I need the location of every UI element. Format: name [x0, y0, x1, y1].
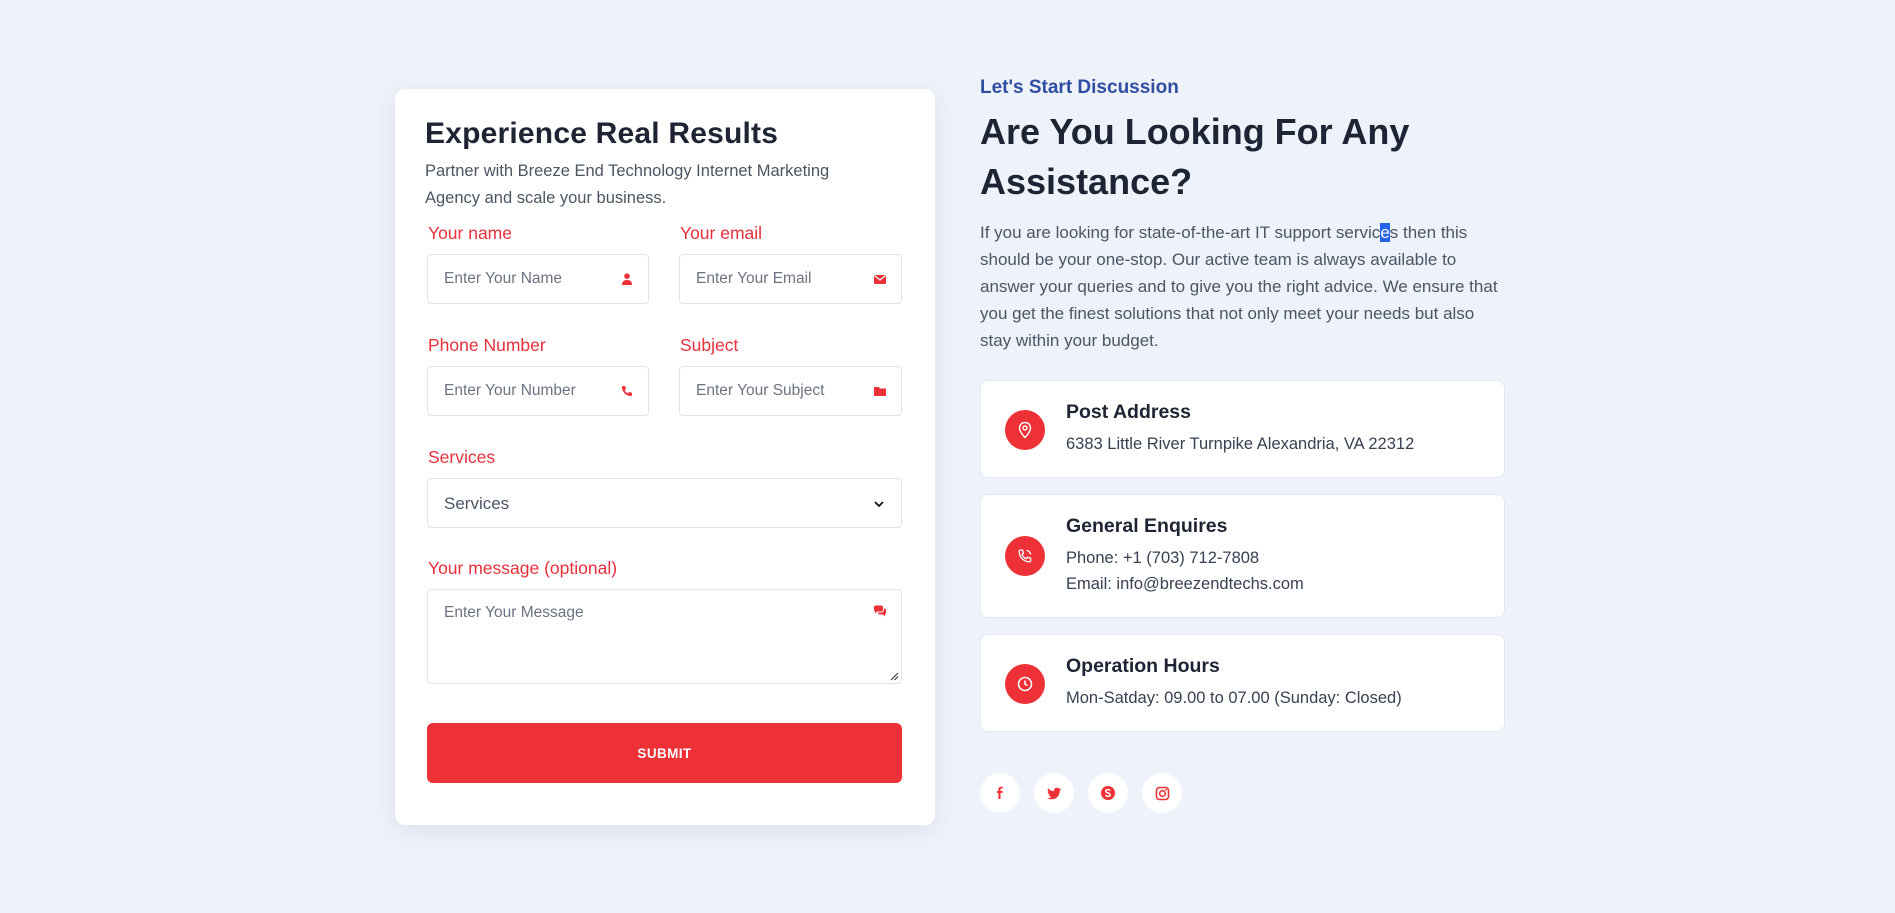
message-label: Your message (optional): [428, 558, 618, 578]
section-headline: Are You Looking For Any Assistance?: [980, 111, 1410, 202]
services-selected-value: Services: [444, 494, 510, 513]
intro-text-start: If you are looking for state-of-the-art …: [980, 223, 1381, 242]
phone-call-icon: [1005, 536, 1045, 576]
comments-icon: [874, 605, 886, 617]
message-textarea[interactable]: Enter Your Message: [427, 589, 902, 684]
address-card: Post Address 6383 Little River Turnpike …: [980, 380, 1505, 478]
instagram-icon[interactable]: [1142, 773, 1182, 813]
message-placeholder: Enter Your Message: [444, 604, 584, 621]
chevron-down-icon: [874, 501, 884, 508]
address-title: Post Address: [1066, 401, 1191, 423]
enquires-phone[interactable]: Phone: +1 (703) 712-7808: [1066, 549, 1259, 568]
map-pin-icon: [1005, 410, 1045, 450]
folder-icon: [874, 387, 886, 396]
submit-button[interactable]: SUBMIT: [427, 723, 902, 783]
twitter-icon[interactable]: [1034, 773, 1074, 813]
phone-icon: [622, 386, 632, 396]
subject-input[interactable]: Enter Your Subject: [679, 366, 902, 416]
skype-icon[interactable]: [1088, 773, 1128, 813]
section-eyebrow: Let's Start Discussion: [980, 77, 1179, 98]
phone-label: Phone Number: [428, 335, 546, 355]
services-label: Services: [428, 447, 496, 467]
resize-handle-icon[interactable]: [889, 671, 899, 681]
hours-card: Operation Hours Mon-Satday: 09.00 to 07.…: [980, 634, 1505, 732]
section-intro: If you are looking for state-of-the-art …: [980, 219, 1510, 354]
address-line: 6383 Little River Turnpike Alexandria, V…: [1066, 435, 1415, 453]
form-subtitle: Partner with Breeze End Technology Inter…: [425, 162, 830, 207]
services-select[interactable]: Services: [427, 478, 902, 528]
envelope-icon: [874, 275, 886, 284]
enquires-email[interactable]: Email: info@breezendtechs.com: [1066, 575, 1304, 594]
phone-input[interactable]: Enter Your Number: [427, 366, 649, 416]
contact-form-card: Experience Real Results Partner with Bre…: [395, 89, 935, 825]
email-input[interactable]: Enter Your Email: [679, 254, 902, 304]
subject-placeholder: Enter Your Subject: [696, 382, 825, 399]
subject-label: Subject: [680, 335, 739, 355]
text-selection-highlight: e: [1380, 223, 1390, 242]
email-placeholder: Enter Your Email: [696, 270, 812, 287]
name-placeholder: Enter Your Name: [444, 270, 563, 287]
enquires-title: General Enquires: [1066, 515, 1228, 537]
email-label: Your email: [680, 223, 763, 243]
name-input[interactable]: Enter Your Name: [427, 254, 649, 304]
phone-placeholder: Enter Your Number: [444, 382, 576, 399]
facebook-icon[interactable]: [980, 773, 1020, 813]
intro-text-end: s then this should be your one-stop. Our…: [980, 223, 1498, 350]
hours-title: Operation Hours: [1066, 655, 1220, 677]
clock-icon: [1005, 664, 1045, 704]
name-label: Your name: [428, 223, 512, 243]
user-icon: [622, 273, 632, 285]
enquires-card: General Enquires Phone: +1 (703) 712-780…: [980, 494, 1505, 618]
hours-line: Mon-Satday: 09.00 to 07.00 (Sunday: Clos…: [1066, 689, 1402, 707]
form-title: Experience Real Results: [425, 117, 779, 150]
